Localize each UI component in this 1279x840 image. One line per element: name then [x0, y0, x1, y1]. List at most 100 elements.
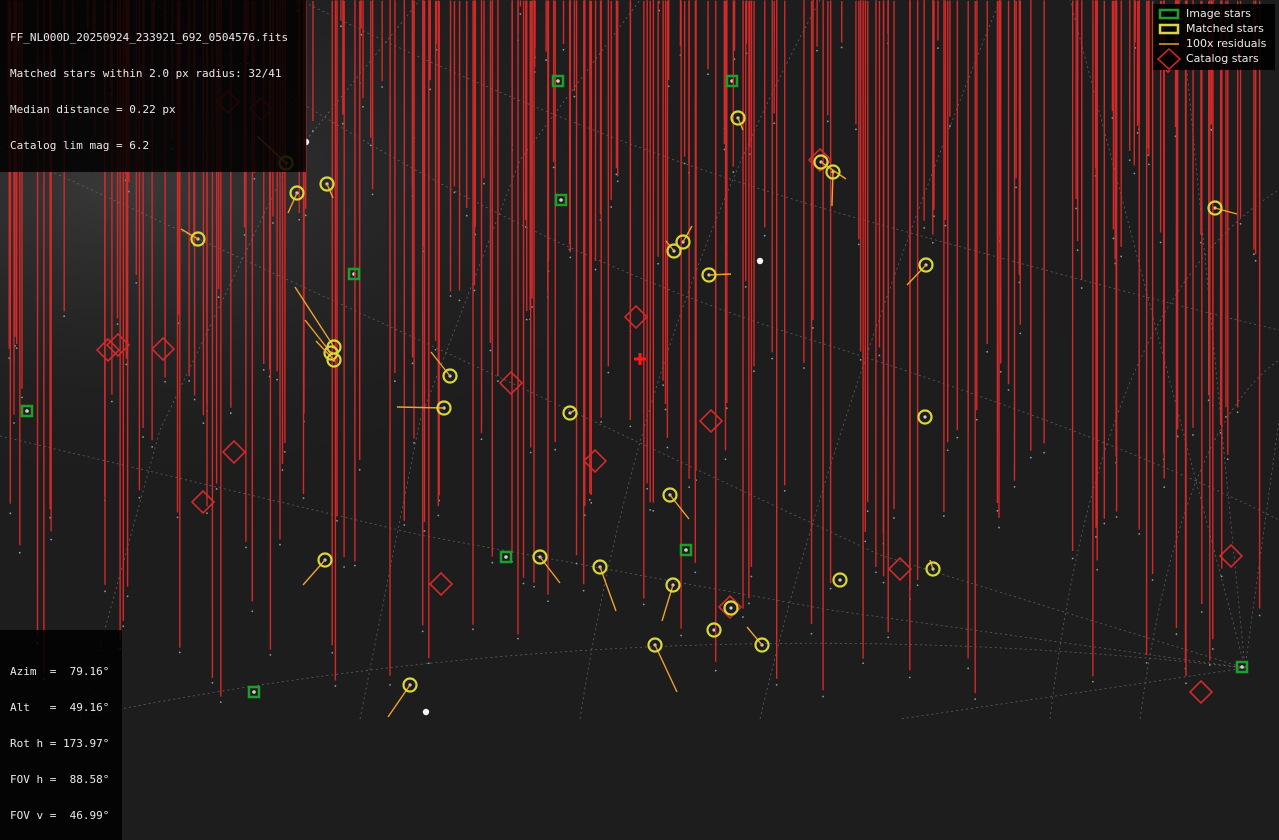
- faint-star: [841, 47, 843, 49]
- faint-star: [372, 193, 374, 195]
- faint-star: [945, 225, 947, 227]
- bright-star: [423, 709, 429, 715]
- faint-star: [1240, 223, 1242, 225]
- faint-star: [1133, 173, 1135, 175]
- faint-star: [279, 544, 281, 546]
- faint-star: [629, 425, 631, 427]
- faint-star: [335, 685, 337, 687]
- faint-star: [206, 512, 208, 514]
- faint-star: [454, 191, 456, 193]
- catalog-star-legend-icon: [1156, 48, 1182, 70]
- faint-star: [1072, 558, 1074, 560]
- faint-star: [1120, 256, 1122, 258]
- faint-star: [1137, 132, 1139, 134]
- faint-star: [254, 178, 256, 180]
- faint-star: [1160, 241, 1162, 243]
- faint-star: [771, 358, 773, 360]
- faint-star: [883, 582, 885, 584]
- faint-star: [589, 499, 591, 501]
- faint-star: [230, 412, 232, 414]
- faint-star: [437, 515, 439, 517]
- faint-star: [1081, 287, 1083, 289]
- faint-star: [188, 380, 190, 382]
- faint-star: [662, 384, 664, 386]
- faint-star: [1008, 389, 1010, 391]
- faint-star: [545, 59, 547, 61]
- faint-star: [1077, 249, 1079, 251]
- faint-star: [1255, 260, 1257, 262]
- residual-line: [832, 172, 833, 206]
- faint-star: [202, 422, 204, 424]
- bright-star: [556, 79, 560, 83]
- faint-star: [331, 652, 333, 654]
- faint-star: [251, 610, 253, 612]
- faint-star: [459, 300, 461, 302]
- faint-star: [595, 269, 597, 271]
- faint-star: [1148, 164, 1150, 166]
- faint-star: [117, 323, 119, 325]
- faint-star: [1237, 411, 1239, 413]
- faint-star: [526, 319, 528, 321]
- faint-star: [855, 128, 857, 130]
- file-info-panel: FF_NL000D_20250924_233921_692_0504576.fi…: [0, 0, 306, 172]
- faint-star: [878, 355, 880, 357]
- azimuth-text: Azim = 79.16°: [10, 666, 122, 678]
- faint-star: [429, 88, 431, 90]
- faint-star: [9, 512, 11, 514]
- faint-star: [370, 144, 372, 146]
- faint-star: [1146, 662, 1148, 664]
- legend-label-residuals: 100x residuals: [1186, 37, 1266, 51]
- faint-star: [875, 571, 877, 573]
- faint-star: [472, 628, 474, 630]
- faint-star: [1192, 434, 1194, 436]
- faint-star: [1014, 486, 1016, 488]
- faint-star: [179, 652, 181, 654]
- filename-text: FF_NL000D_20250924_233921_692_0504576.fi…: [10, 32, 306, 44]
- faint-star: [336, 520, 338, 522]
- faint-star: [151, 446, 153, 448]
- bright-star: [25, 409, 29, 413]
- faint-star: [1129, 159, 1131, 161]
- faint-star: [569, 257, 571, 259]
- faint-star: [424, 530, 426, 532]
- bright-star: [504, 555, 508, 559]
- faint-star: [811, 633, 813, 635]
- faint-star: [784, 490, 786, 492]
- faint-star: [547, 600, 549, 602]
- faint-star: [776, 684, 778, 686]
- faint-star: [435, 349, 437, 351]
- faint-star: [354, 565, 356, 567]
- faint-star: [1185, 682, 1187, 684]
- faint-star: [974, 698, 976, 700]
- faint-star: [684, 163, 686, 165]
- faint-star: [583, 590, 585, 592]
- faint-star: [218, 296, 220, 298]
- faint-star: [1210, 129, 1212, 131]
- legend-item-matched-stars: Matched stars: [1153, 22, 1275, 36]
- faint-star: [867, 510, 869, 512]
- faint-star: [803, 367, 805, 369]
- faint-star: [923, 227, 925, 229]
- bright-star: [559, 198, 563, 202]
- faint-star: [1075, 208, 1077, 210]
- faint-star: [1163, 486, 1165, 488]
- faint-star: [617, 180, 619, 182]
- bright-star: [838, 578, 841, 581]
- faint-star: [976, 419, 978, 421]
- faint-star: [563, 49, 565, 51]
- altitude-text: Alt = 49.16°: [10, 702, 122, 714]
- faint-star: [554, 449, 556, 451]
- faint-star: [312, 130, 314, 132]
- faint-star: [1212, 648, 1214, 650]
- faint-star: [276, 379, 278, 381]
- faint-star: [830, 588, 832, 590]
- faint-star: [127, 595, 129, 597]
- faint-star: [986, 351, 988, 353]
- faint-star: [269, 654, 271, 656]
- faint-star: [403, 524, 405, 526]
- faint-star: [422, 630, 424, 632]
- faint-star: [481, 438, 483, 440]
- median-distance-text: Median distance = 0.22 px: [10, 104, 306, 116]
- bright-star: [252, 690, 256, 694]
- faint-star: [937, 47, 939, 49]
